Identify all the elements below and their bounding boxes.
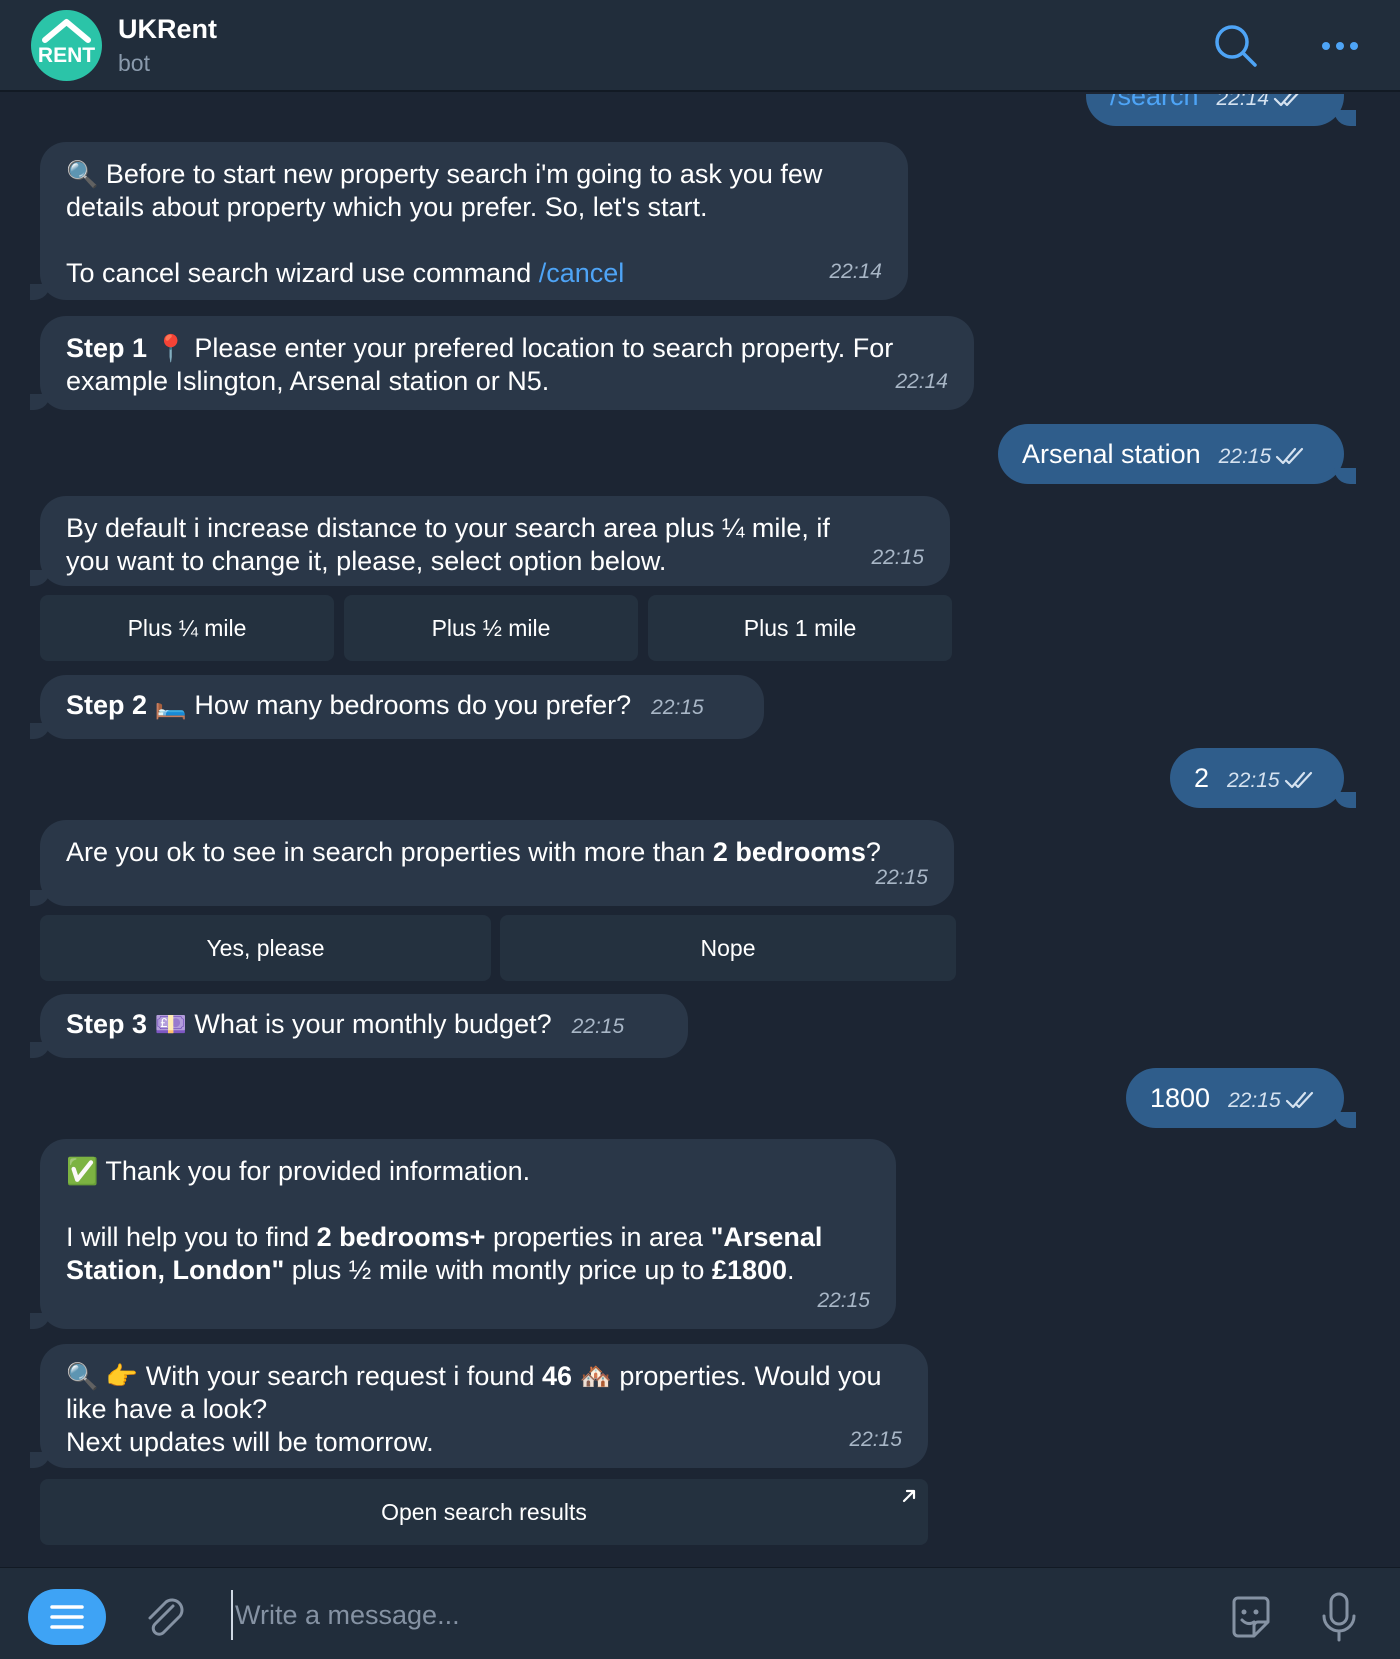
step-label: Step 3 — [66, 1009, 148, 1039]
message-text: . — [787, 1255, 795, 1285]
message-time: 22:15 — [849, 1428, 902, 1451]
message-text: Arsenal station — [1022, 439, 1201, 469]
bot-avatar[interactable]: RENT — [31, 10, 102, 81]
bed-emoji: 🛏️ — [154, 690, 187, 720]
message-bold: 2 bedrooms+ — [316, 1222, 486, 1252]
open-search-results-button[interactable]: Open search results — [40, 1479, 928, 1545]
message-text: I will help you to find — [66, 1222, 317, 1252]
double-check-icon — [1274, 94, 1299, 106]
message-text: By default i increase distance to your s… — [66, 513, 830, 576]
results-count: 46 — [541, 1361, 573, 1391]
message-time: 22:15 — [1218, 445, 1272, 468]
more-horizontal-icon — [1322, 42, 1358, 50]
sticker-button[interactable] — [1224, 1590, 1278, 1644]
message-text: With your search request i found — [138, 1361, 542, 1391]
message-text[interactable]: /search — [1110, 94, 1199, 111]
houses-emoji: 🏘️ — [579, 1361, 612, 1391]
outgoing-message-bedrooms: 2 22:15 — [1170, 748, 1356, 808]
step-label: Step 1 — [66, 333, 148, 363]
message-time: 22:15 — [571, 1015, 625, 1038]
message-text: plus ½ mile with montly price up to — [284, 1255, 712, 1285]
chat-header: RENT UKRent bot — [0, 0, 1400, 92]
outgoing-message-budget: 1800 22:15 — [1126, 1068, 1356, 1128]
incoming-message-more-bedrooms: Are you ok to see in search properties w… — [30, 820, 954, 906]
pin-emoji: 📍 — [154, 333, 187, 363]
check-mark-emoji: ✅ — [66, 1156, 99, 1186]
plus-half-mile-button[interactable]: Plus ½ mile — [344, 595, 638, 661]
incoming-message-distance: By default i increase distance to your s… — [30, 496, 950, 586]
message-time: 22:15 — [651, 696, 704, 719]
message-time: 22:15 — [817, 1289, 870, 1312]
plus-one-mile-button[interactable]: Plus 1 mile — [648, 595, 952, 661]
incoming-message-step2: Step 2 🛏️ How many bedrooms do you prefe… — [30, 675, 764, 739]
house-logo-icon: RENT — [38, 19, 95, 67]
voice-message-button[interactable] — [1314, 1588, 1364, 1646]
attach-button[interactable] — [140, 1592, 190, 1642]
message-time: 22:14 — [1216, 94, 1270, 110]
avatar-label: RENT — [38, 44, 95, 67]
message-text: Next updates will be tomorrow. — [66, 1427, 434, 1457]
message-bold: 2 bedrooms — [712, 837, 866, 867]
message-bold: £1800 — [711, 1255, 788, 1285]
message-time: 22:15 — [1228, 1089, 1281, 1112]
message-text: What is your monthly budget? — [186, 1009, 552, 1039]
banknote-emoji: 💷 — [154, 1009, 187, 1039]
magnifier-emoji: 🔍 — [66, 159, 99, 189]
magnifier-emoji: 🔍 — [66, 1361, 99, 1391]
message-composer — [0, 1567, 1400, 1659]
menu-icon — [50, 1605, 84, 1629]
paperclip-icon — [148, 1598, 184, 1636]
message-text: Please enter your prefered location to s… — [66, 333, 894, 396]
bot-menu-button[interactable] — [28, 1589, 106, 1645]
search-icon — [1215, 25, 1257, 67]
yes-please-button[interactable]: Yes, please — [40, 915, 491, 981]
microphone-icon — [1322, 1592, 1356, 1642]
incoming-message-results: 🔍 👉 With your search request i found 46 … — [30, 1344, 928, 1468]
outgoing-message-search: /search 22:14 — [1086, 94, 1356, 126]
incoming-message-summary: ✅ Thank you for provided information. I … — [30, 1139, 896, 1329]
message-text: 2 — [1194, 763, 1210, 793]
message-input[interactable] — [231, 1590, 1191, 1640]
message-list[interactable]: /search 22:14 🔍 Before to start new prope… — [0, 94, 1400, 1566]
outgoing-message-location: Arsenal station 22:15 — [998, 424, 1356, 484]
message-time: 22:15 — [875, 866, 928, 889]
message-text: properties in area — [485, 1222, 711, 1252]
message-time: 22:15 — [1227, 769, 1280, 792]
message-text: How many bedrooms do you prefer? — [186, 690, 632, 720]
chat-title[interactable]: UKRent — [118, 14, 217, 45]
cancel-command-link[interactable]: /cancel — [539, 258, 625, 288]
plus-quarter-mile-button[interactable]: Plus ¼ mile — [40, 595, 334, 661]
double-check-icon — [1276, 447, 1304, 464]
chat-subtitle: bot — [118, 50, 150, 76]
button-label: Open search results — [381, 1499, 587, 1525]
message-text: Are you ok to see in search properties w… — [66, 837, 713, 867]
double-check-icon — [1284, 771, 1312, 788]
pointing-hand-emoji: 👉 — [105, 1361, 139, 1391]
message-text: Before to start new property search i'm … — [66, 159, 823, 222]
incoming-message-step1: Step 1 📍 Please enter your prefered loca… — [30, 316, 974, 410]
message-text: Thank you for provided information. — [98, 1156, 531, 1186]
message-time: 22:15 — [871, 546, 924, 569]
nope-button[interactable]: Nope — [500, 915, 956, 981]
more-button[interactable] — [1316, 22, 1364, 70]
message-text: 1800 — [1150, 1083, 1211, 1113]
search-button[interactable] — [1212, 22, 1260, 70]
incoming-message-intro: 🔍 Before to start new property search i'… — [30, 142, 908, 300]
sticker-icon — [1232, 1596, 1270, 1638]
message-time: 22:14 — [829, 260, 882, 283]
incoming-message-step3: Step 3 💷 What is your monthly budget? 22:… — [30, 994, 688, 1058]
message-time: 22:14 — [895, 370, 948, 393]
step-label: Step 2 — [66, 690, 148, 720]
message-text: To cancel search wizard use command — [66, 258, 539, 288]
double-check-icon — [1285, 1091, 1313, 1108]
external-link-arrow-icon — [902, 1489, 916, 1503]
